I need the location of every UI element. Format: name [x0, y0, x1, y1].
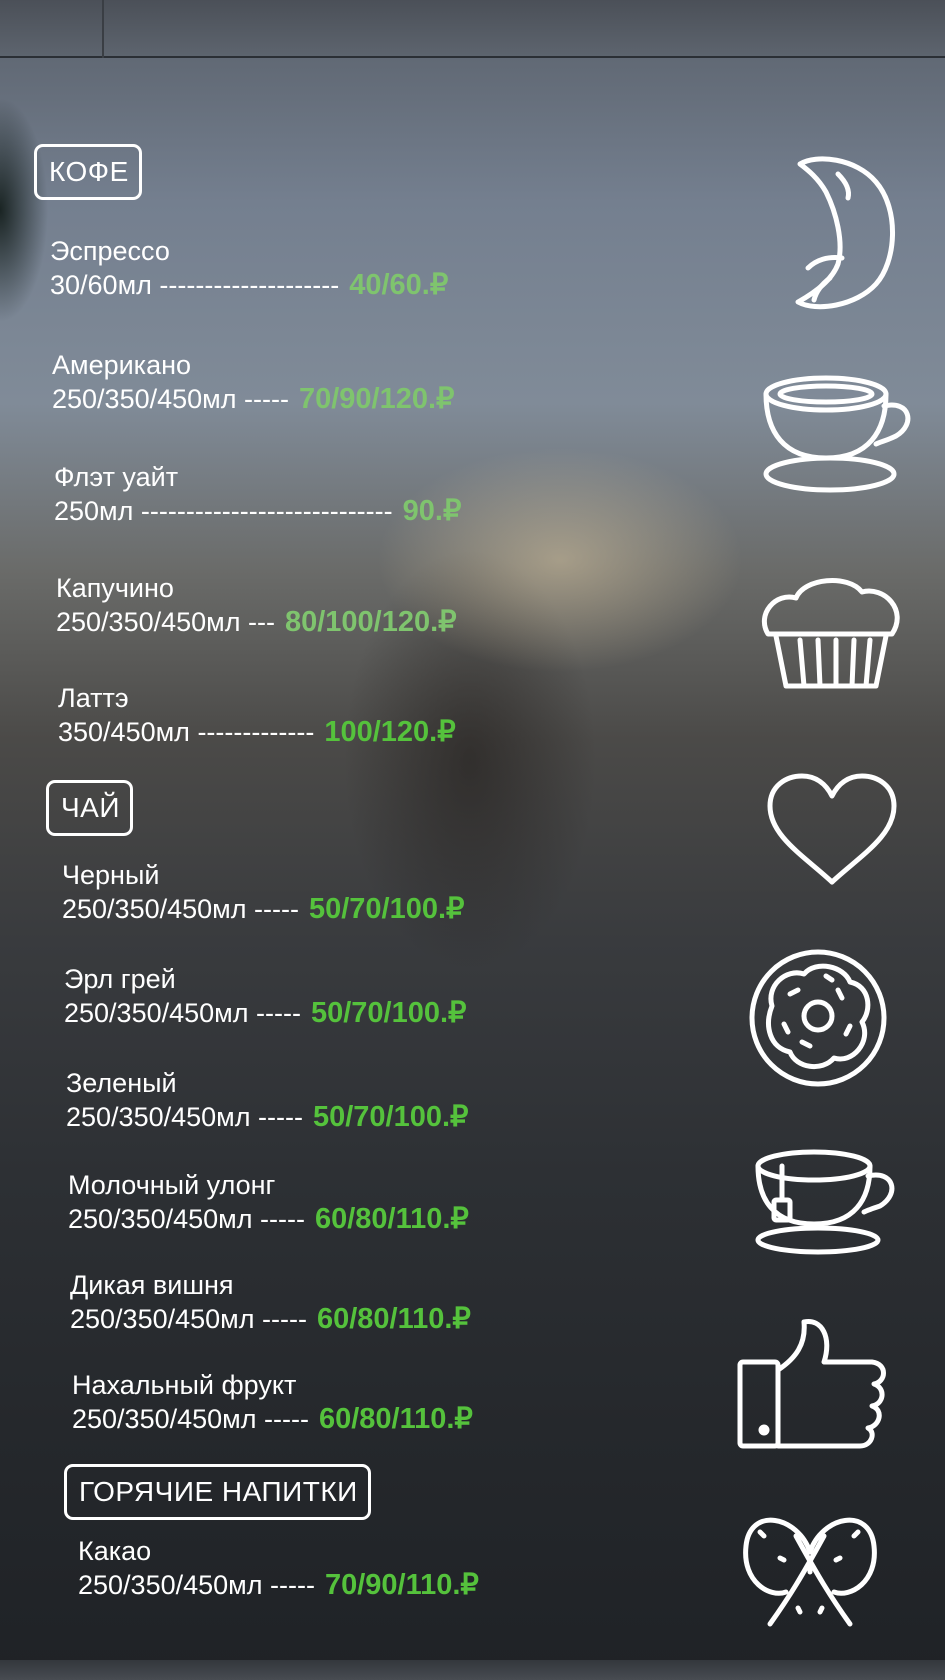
item-price: 50/70/100.₽: [312, 1101, 469, 1133]
item-dashes: -------------: [197, 717, 315, 747]
heart-icon: [764, 772, 900, 888]
item-name: Зеленый: [66, 1068, 177, 1098]
item-price: 100/120.₽: [324, 716, 456, 748]
item-dashes: -----: [257, 1102, 303, 1132]
item-name: Капучино: [56, 573, 174, 603]
item-line: 250/350/450мл ----- 60/80/110.₽: [72, 1402, 473, 1436]
item-size: 250/350/450мл: [64, 998, 249, 1028]
board-bottom-frame: [0, 1660, 945, 1680]
menu-item-latte: Латтэ 350/450мл ------------- 100/120.₽: [58, 681, 456, 749]
item-line: 250/350/450мл ----- 60/80/110.₽: [70, 1302, 471, 1336]
item-price: 70/90/120.₽: [298, 383, 455, 415]
item-size: 350/450мл: [58, 717, 190, 747]
menu-item-black-tea: Черный 250/350/450мл ----- 50/70/100.₽: [62, 858, 464, 926]
item-name: Какао: [78, 1536, 152, 1566]
item-dashes: -----: [253, 894, 299, 924]
menu-item-espresso: Эспрессо 30/60мл -------------------- 40/…: [50, 234, 448, 302]
pretzel-icon: [740, 1496, 880, 1630]
item-price: 40/60.₽: [349, 269, 449, 301]
thumbs-up-icon: [736, 1314, 886, 1450]
item-line: 250/350/450мл --- 80/100/120.₽: [56, 605, 457, 639]
item-line: 350/450мл ------------- 100/120.₽: [58, 715, 456, 749]
menu-item-cocoa: Какао 250/350/450мл ----- 70/90/110.₽: [78, 1534, 479, 1602]
item-line: 250мл ---------------------------- 90.₽: [54, 494, 461, 528]
item-line: 250/350/450мл ----- 70/90/110.₽: [78, 1568, 479, 1602]
item-size: 250/350/450мл: [72, 1404, 257, 1434]
item-price: 60/80/110.₽: [316, 1303, 471, 1335]
menu-item-cappuccino: Капучино 250/350/450мл --- 80/100/120.₽: [56, 571, 457, 639]
item-dashes: --------------------: [159, 270, 340, 300]
item-dashes: -----: [259, 1204, 305, 1234]
section-title-coffee: КОФЕ: [34, 144, 142, 200]
item-dashes: ---: [247, 607, 275, 637]
section-title-hot-drinks: ГОРЯЧИЕ НАПИТКИ: [64, 1464, 371, 1520]
menu-item-milk-oolong: Молочный улонг 250/350/450мл ----- 60/80/…: [68, 1168, 469, 1236]
item-line: 30/60мл -------------------- 40/60.₽: [50, 268, 448, 302]
item-size: 30/60мл: [50, 270, 152, 300]
item-line: 250/350/450мл ----- 50/70/100.₽: [64, 996, 466, 1030]
item-price: 90.₽: [402, 495, 462, 527]
item-price: 50/70/100.₽: [308, 893, 465, 925]
board-top-frame: [0, 0, 945, 58]
item-price: 60/80/110.₽: [318, 1403, 473, 1435]
item-dashes: -----: [263, 1404, 309, 1434]
item-dashes: -----: [255, 998, 301, 1028]
item-size: 250/350/450мл: [56, 607, 241, 637]
tea-cup-icon: [752, 1148, 902, 1256]
item-name: Эрл грей: [64, 964, 176, 994]
item-dashes: -----: [269, 1570, 315, 1600]
frame-seam: [102, 0, 104, 58]
donut-icon: [746, 946, 890, 1090]
item-line: 250/350/450мл ----- 60/80/110.₽: [68, 1202, 469, 1236]
item-line: 250/350/450мл ----- 70/90/120.₽: [52, 382, 454, 416]
item-line: 250/350/450мл ----- 50/70/100.₽: [62, 892, 464, 926]
item-price: 50/70/100.₽: [310, 997, 467, 1029]
menu-item-earl-grey: Эрл грей 250/350/450мл ----- 50/70/100.₽: [64, 962, 466, 1030]
item-dashes: -----: [261, 1304, 307, 1334]
coffee-cup-icon: [760, 372, 918, 498]
item-name: Американо: [52, 350, 192, 380]
menu-item-cheeky-fruit: Нахальный фрукт 250/350/450мл ----- 60/80…: [72, 1368, 473, 1436]
item-name: Черный: [62, 860, 160, 890]
item-dashes: ----------------------------: [140, 496, 393, 526]
item-price: 60/80/110.₽: [314, 1203, 469, 1235]
item-size: 250/350/450мл: [52, 384, 237, 414]
item-size: 250мл: [54, 496, 134, 526]
item-line: 250/350/450мл ----- 50/70/100.₽: [66, 1100, 468, 1134]
item-name: Флэт уайт: [54, 462, 179, 492]
item-price: 80/100/120.₽: [284, 606, 457, 638]
item-name: Дикая вишня: [70, 1270, 234, 1300]
item-name: Латтэ: [58, 683, 129, 713]
item-size: 250/350/450мл: [66, 1102, 251, 1132]
section-title-tea: ЧАЙ: [46, 780, 133, 836]
item-size: 250/350/450мл: [62, 894, 247, 924]
item-name: Эспрессо: [50, 236, 170, 266]
menu-item-green-tea: Зеленый 250/350/450мл ----- 50/70/100.₽: [66, 1066, 468, 1134]
muffin-icon: [758, 574, 904, 694]
menu-item-americano: Американо 250/350/450мл ----- 70/90/120.₽: [52, 348, 454, 416]
item-size: 250/350/450мл: [70, 1304, 255, 1334]
item-name: Нахальный фрукт: [72, 1370, 297, 1400]
menu-item-wild-cherry: Дикая вишня 250/350/450мл ----- 60/80/110…: [70, 1268, 471, 1336]
croissant-icon: [786, 152, 902, 312]
item-dashes: -----: [243, 384, 289, 414]
item-price: 70/90/110.₽: [324, 1569, 479, 1601]
item-size: 250/350/450мл: [68, 1204, 253, 1234]
menu-item-flat-white: Флэт уайт 250мл ------------------------…: [54, 460, 461, 528]
item-name: Молочный улонг: [68, 1170, 276, 1200]
item-size: 250/350/450мл: [78, 1570, 263, 1600]
